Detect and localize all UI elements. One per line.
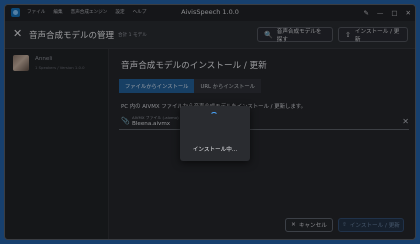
app-window: ファイル 編集 音声合成エンジン 設定 ヘルプ AivisSpeech 1.0.… bbox=[4, 4, 416, 240]
loading-spinner-icon bbox=[210, 112, 218, 120]
installing-text: インストール中... bbox=[192, 147, 238, 153]
installing-dialog: インストール中... bbox=[180, 106, 250, 161]
